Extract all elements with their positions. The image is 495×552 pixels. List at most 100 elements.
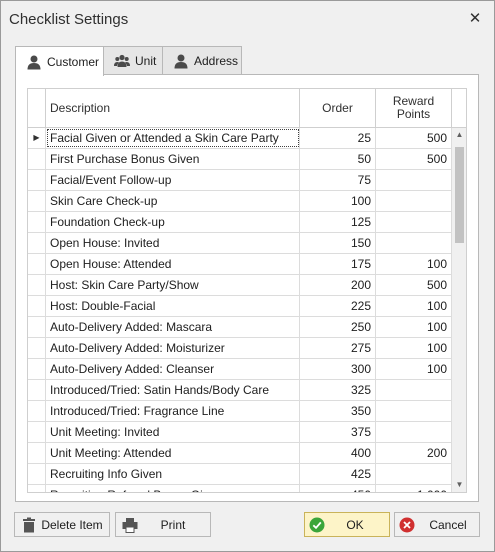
row-indicator-cell[interactable]	[28, 254, 46, 274]
column-header-reward-points[interactable]: Reward Points	[376, 89, 452, 127]
description-cell[interactable]: Recruiting Info Given	[46, 464, 300, 484]
scroll-down-icon[interactable]: ▼	[452, 478, 466, 492]
reward-points-cell[interactable]: 100	[376, 359, 452, 379]
table-row[interactable]: Skin Care Check-up 100	[28, 191, 452, 212]
row-indicator-cell[interactable]	[28, 212, 46, 232]
order-cell[interactable]: 275	[300, 338, 376, 358]
order-cell[interactable]: 100	[300, 191, 376, 211]
order-cell[interactable]: 450	[300, 485, 376, 492]
description-cell[interactable]: Auto-Delivery Added: Mascara	[46, 317, 300, 337]
cancel-button[interactable]: Cancel	[394, 512, 480, 537]
order-cell[interactable]: 300	[300, 359, 376, 379]
reward-points-cell[interactable]	[376, 170, 452, 190]
row-indicator-cell[interactable]	[28, 338, 46, 358]
order-cell[interactable]: 150	[300, 233, 376, 253]
order-cell[interactable]: 75	[300, 170, 376, 190]
column-header-order[interactable]: Order	[300, 89, 376, 127]
table-row[interactable]: Auto-Delivery Added: Mascara 250 100	[28, 317, 452, 338]
row-indicator-cell[interactable]	[28, 170, 46, 190]
description-cell[interactable]: Recruiting Referral Bonus Given	[46, 485, 300, 492]
description-cell[interactable]: Facial/Event Follow-up	[46, 170, 300, 190]
print-button[interactable]: Print	[115, 512, 211, 537]
ok-button[interactable]: OK	[304, 512, 390, 537]
table-row[interactable]: Facial/Event Follow-up 75	[28, 170, 452, 191]
table-row[interactable]: Recruiting Info Given 425	[28, 464, 452, 485]
table-row[interactable]: Foundation Check-up 125	[28, 212, 452, 233]
description-cell[interactable]: Unit Meeting: Invited	[46, 422, 300, 442]
row-indicator-cell[interactable]	[28, 401, 46, 421]
order-cell[interactable]: 375	[300, 422, 376, 442]
order-cell[interactable]: 400	[300, 443, 376, 463]
description-cell[interactable]: Unit Meeting: Attended	[46, 443, 300, 463]
reward-points-cell[interactable]	[376, 464, 452, 484]
table-row[interactable]: Introduced/Tried: Satin Hands/Body Care 3…	[28, 380, 452, 401]
row-indicator-cell[interactable]	[28, 443, 46, 463]
description-cell[interactable]: Auto-Delivery Added: Moisturizer	[46, 338, 300, 358]
scroll-up-icon[interactable]: ▲	[452, 128, 466, 142]
close-button[interactable]: ✕	[466, 10, 484, 28]
description-cell[interactable]: Foundation Check-up	[46, 212, 300, 232]
description-cell[interactable]: Facial Given or Attended a Skin Care Par…	[46, 128, 300, 148]
delete-item-button[interactable]: Delete Item	[14, 512, 110, 537]
description-cell[interactable]: Skin Care Check-up	[46, 191, 300, 211]
reward-points-cell[interactable]: 500	[376, 275, 452, 295]
reward-points-cell[interactable]	[376, 191, 452, 211]
row-indicator-cell[interactable]	[28, 149, 46, 169]
description-cell[interactable]: First Purchase Bonus Given	[46, 149, 300, 169]
tab-customer[interactable]: Customer	[15, 46, 104, 76]
description-cell[interactable]: Host: Double-Facial	[46, 296, 300, 316]
row-indicator-cell[interactable]	[28, 317, 46, 337]
vertical-scrollbar[interactable]: ▲ ▼	[452, 128, 466, 492]
scrollbar-thumb[interactable]	[455, 147, 464, 243]
order-cell[interactable]: 200	[300, 275, 376, 295]
tab-address[interactable]: Address	[162, 46, 242, 75]
order-cell[interactable]: 125	[300, 212, 376, 232]
order-cell[interactable]: 325	[300, 380, 376, 400]
row-indicator-cell[interactable]	[28, 422, 46, 442]
row-indicator-cell[interactable]	[28, 485, 46, 492]
reward-points-cell[interactable]: 100	[376, 338, 452, 358]
order-cell[interactable]: 250	[300, 317, 376, 337]
table-row[interactable]: Auto-Delivery Added: Moisturizer 275 100	[28, 338, 452, 359]
reward-points-cell[interactable]: 100	[376, 296, 452, 316]
table-row[interactable]: Host: Skin Care Party/Show 200 500	[28, 275, 452, 296]
tab-unit[interactable]: Unit	[103, 46, 163, 75]
description-cell[interactable]: Introduced/Tried: Fragrance Line	[46, 401, 300, 421]
reward-points-cell[interactable]: 500	[376, 149, 452, 169]
current-row-indicator[interactable]: ▶	[28, 128, 46, 148]
table-row[interactable]: Open House: Attended 175 100	[28, 254, 452, 275]
row-indicator-cell[interactable]	[28, 296, 46, 316]
row-indicator-cell[interactable]	[28, 191, 46, 211]
description-cell[interactable]: Introduced/Tried: Satin Hands/Body Care	[46, 380, 300, 400]
table-row[interactable]: Host: Double-Facial 225 100	[28, 296, 452, 317]
reward-points-cell[interactable]: 200	[376, 443, 452, 463]
order-cell[interactable]: 50	[300, 149, 376, 169]
order-cell[interactable]: 25	[300, 128, 376, 148]
description-cell[interactable]: Open House: Attended	[46, 254, 300, 274]
reward-points-cell[interactable]	[376, 212, 452, 232]
row-indicator-cell[interactable]	[28, 233, 46, 253]
table-row[interactable]: Open House: Invited 150	[28, 233, 452, 254]
description-cell[interactable]: Host: Skin Care Party/Show	[46, 275, 300, 295]
row-indicator-cell[interactable]	[28, 275, 46, 295]
reward-points-cell[interactable]	[376, 401, 452, 421]
order-cell[interactable]: 175	[300, 254, 376, 274]
description-cell[interactable]: Open House: Invited	[46, 233, 300, 253]
reward-points-cell[interactable]	[376, 422, 452, 442]
reward-points-cell[interactable]: 100	[376, 317, 452, 337]
table-row[interactable]: First Purchase Bonus Given 50 500	[28, 149, 452, 170]
reward-points-cell[interactable]: 1,000	[376, 485, 452, 492]
row-indicator-cell[interactable]	[28, 464, 46, 484]
reward-points-cell[interactable]	[376, 380, 452, 400]
description-cell[interactable]: Auto-Delivery Added: Cleanser	[46, 359, 300, 379]
table-row[interactable]: ▶ Facial Given or Attended a Skin Care Pa…	[28, 128, 452, 149]
table-row[interactable]: Unit Meeting: Invited 375	[28, 422, 452, 443]
column-header-description[interactable]: Description	[46, 89, 300, 127]
reward-points-cell[interactable]: 500	[376, 128, 452, 148]
order-cell[interactable]: 350	[300, 401, 376, 421]
table-row[interactable]: Recruiting Referral Bonus Given4501,000	[28, 485, 452, 492]
row-indicator-cell[interactable]	[28, 359, 46, 379]
reward-points-cell[interactable]	[376, 233, 452, 253]
row-indicator-cell[interactable]	[28, 380, 46, 400]
table-row[interactable]: Auto-Delivery Added: Cleanser 300 100	[28, 359, 452, 380]
